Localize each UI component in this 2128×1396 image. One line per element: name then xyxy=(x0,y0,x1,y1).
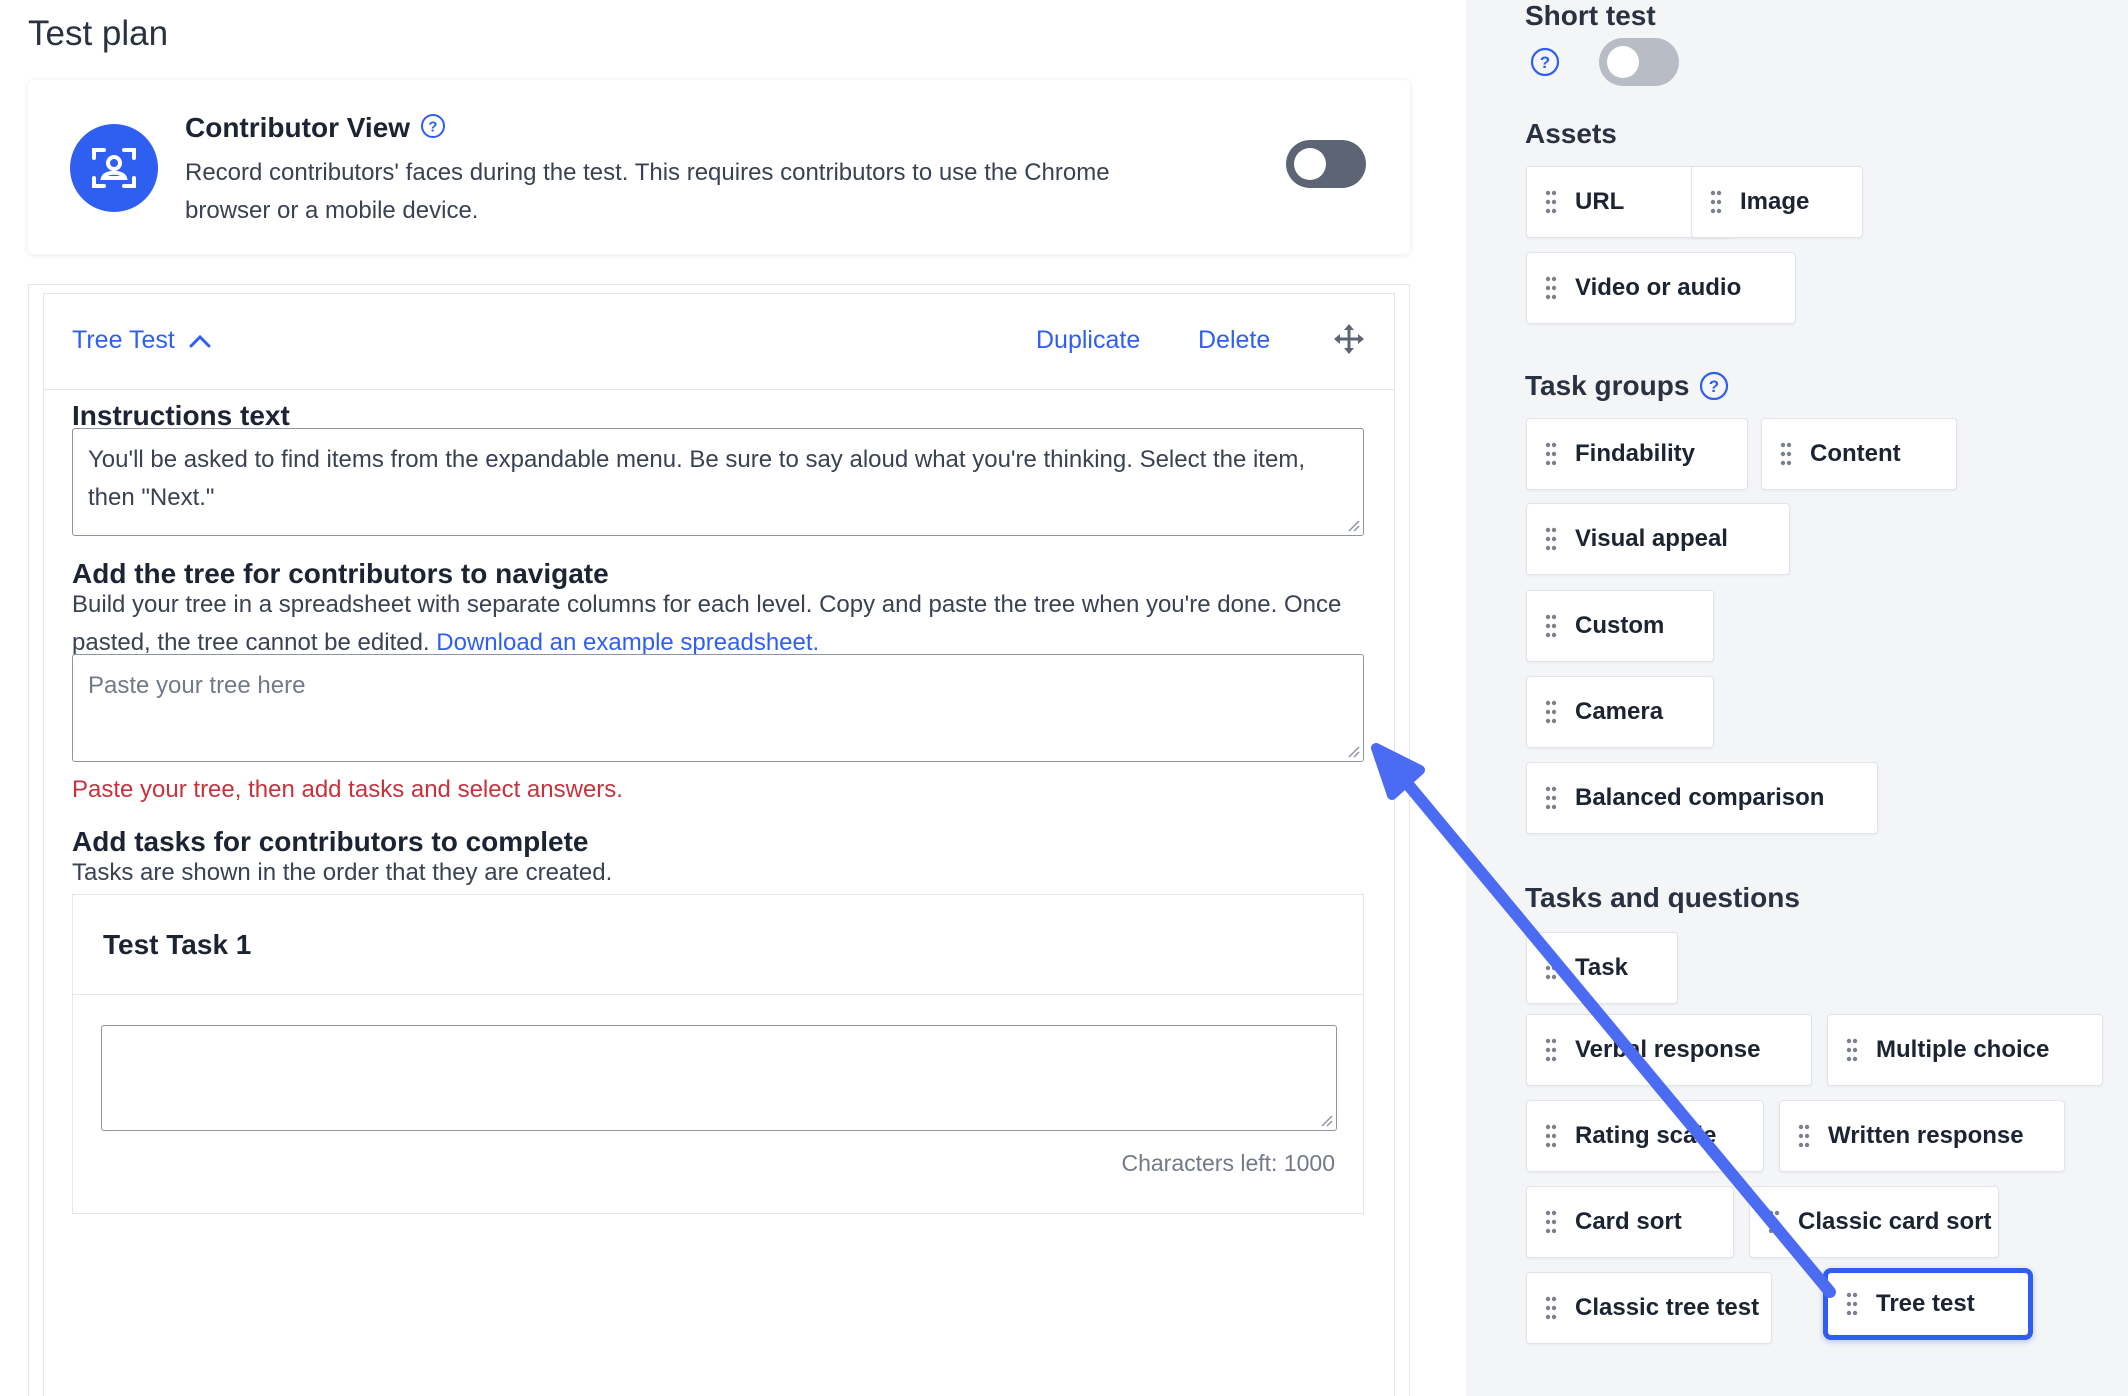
instructions-textarea[interactable]: You'll be asked to find items from the e… xyxy=(72,428,1364,536)
component-chip-written-response[interactable]: Written response xyxy=(1779,1100,2065,1172)
contributor-view-label: Contributor View xyxy=(185,112,411,143)
task-groups-title: Task groups ? xyxy=(1525,370,1729,402)
component-chip-tree-test[interactable]: Tree test xyxy=(1823,1268,2033,1340)
component-chip-custom[interactable]: Custom xyxy=(1526,590,1714,662)
tree-test-name: Tree Test xyxy=(72,326,175,354)
component-chip-label: Tree test xyxy=(1876,1290,1975,1317)
component-chip-label: Multiple choice xyxy=(1876,1036,2050,1063)
duplicate-button[interactable]: Duplicate xyxy=(1036,326,1140,355)
tree-paste-textarea[interactable]: Paste your tree here xyxy=(72,654,1364,762)
characters-left: Characters left: 1000 xyxy=(1121,1150,1335,1176)
component-chip-classic-tree-test[interactable]: Classic tree test xyxy=(1526,1272,1772,1344)
component-chip-label: Classic card sort xyxy=(1798,1208,1992,1235)
component-chip-label: Video or audio xyxy=(1575,274,1742,301)
component-chip-verbal-response[interactable]: Verbal response xyxy=(1526,1014,1812,1086)
component-chip-rating-scale[interactable]: Rating scale xyxy=(1526,1100,1764,1172)
svg-text:?: ? xyxy=(1709,377,1719,396)
contributor-view-toggle[interactable] xyxy=(1286,140,1366,188)
resize-grip-icon[interactable] xyxy=(1346,744,1360,758)
component-chip-label: Verbal response xyxy=(1575,1036,1761,1063)
contributor-view-description: Record contributors' faces during the te… xyxy=(185,159,1110,224)
help-icon[interactable]: ? xyxy=(1699,371,1729,401)
drag-handle-icon xyxy=(1545,1210,1557,1234)
drag-handle-icon xyxy=(1768,1210,1780,1234)
drag-handle-icon xyxy=(1545,614,1557,638)
contributor-view-card: Contributor View ? Record contributors' … xyxy=(28,80,1410,254)
drag-handle-icon xyxy=(1780,442,1792,466)
assets-title: Assets xyxy=(1525,118,1617,149)
svg-text:?: ? xyxy=(1540,53,1550,72)
drag-handle-icon xyxy=(1545,190,1557,214)
drag-handle-icon xyxy=(1545,1038,1557,1062)
camera-face-icon xyxy=(70,124,158,212)
component-chip-label: Findability xyxy=(1575,440,1695,467)
component-chip-content[interactable]: Content xyxy=(1761,418,1957,490)
tree-description: Build your tree in a spreadsheet with se… xyxy=(72,586,1372,662)
chevron-up-icon xyxy=(189,334,211,347)
drag-handle-icon xyxy=(1710,190,1722,214)
drag-handle-icon xyxy=(1545,527,1557,551)
help-icon[interactable]: ? xyxy=(1530,47,1560,77)
component-chip-label: Task xyxy=(1575,954,1628,981)
component-chip-image[interactable]: Image xyxy=(1691,166,1863,238)
component-chip-task[interactable]: Task xyxy=(1526,932,1678,1004)
task-textarea[interactable] xyxy=(101,1025,1337,1131)
drag-handle-icon xyxy=(1545,956,1557,980)
component-chip-multiple-choice[interactable]: Multiple choice xyxy=(1827,1014,2103,1086)
resize-grip-icon[interactable] xyxy=(1346,518,1360,532)
tree-test-collapse-toggle[interactable]: Tree Test xyxy=(72,326,211,355)
resize-grip-icon[interactable] xyxy=(1319,1113,1333,1127)
drag-handle-icon xyxy=(1846,1038,1858,1062)
tree-test-header: Tree Test Duplicate Delete xyxy=(44,294,1394,390)
task-title: Test Task 1 xyxy=(103,929,252,960)
contributor-view-title: Contributor View ? xyxy=(185,112,450,144)
tasks-questions-title: Tasks and questions xyxy=(1525,882,1800,913)
component-chip-visual-appeal[interactable]: Visual appeal xyxy=(1526,503,1790,575)
task-groups-label: Task groups xyxy=(1525,370,1690,401)
component-chip-findability[interactable]: Findability xyxy=(1526,418,1748,490)
tree-error-message: Paste your tree, then add tasks and sele… xyxy=(72,776,623,803)
component-chip-camera[interactable]: Camera xyxy=(1526,676,1714,748)
component-chip-label: Rating scale xyxy=(1575,1122,1717,1149)
drag-handle-icon xyxy=(1545,276,1557,300)
drag-handle-icon xyxy=(1545,1296,1557,1320)
tree-test-card: Tree Test Duplicate Delete Instructions … xyxy=(43,293,1395,1396)
task-card: Test Task 1 Characters left: 1000 xyxy=(72,894,1364,1214)
components-panel: Short test ? Assets Task groups ? Tasks … xyxy=(1466,0,2128,1396)
component-chip-label: Balanced comparison xyxy=(1575,784,1825,811)
component-chip-balanced-comparison[interactable]: Balanced comparison xyxy=(1526,762,1878,834)
drag-handle-icon xyxy=(1545,786,1557,810)
component-chip-label: Content xyxy=(1810,440,1901,467)
drag-handle-icon xyxy=(1545,1124,1557,1148)
component-chip-label: Written response xyxy=(1828,1122,2024,1149)
drag-handle-icon xyxy=(1846,1292,1858,1316)
component-chip-label: Image xyxy=(1740,188,1810,215)
short-test-toggle[interactable] xyxy=(1599,38,1679,86)
download-example-link[interactable]: Download an example spreadsheet. xyxy=(436,629,819,656)
help-icon[interactable]: ? xyxy=(420,113,450,143)
move-handle-icon[interactable] xyxy=(1334,324,1364,354)
delete-button[interactable]: Delete xyxy=(1198,326,1270,355)
component-chip-label: Camera xyxy=(1575,698,1664,725)
component-chip-label: Custom xyxy=(1575,612,1665,639)
tree-placeholder: Paste your tree here xyxy=(88,672,306,699)
component-chip-video-or-audio[interactable]: Video or audio xyxy=(1526,252,1796,324)
page-title: Test plan xyxy=(28,14,169,53)
instructions-value: You'll be asked to find items from the e… xyxy=(88,446,1305,511)
drag-handle-icon xyxy=(1545,442,1557,466)
component-chip-card-sort[interactable]: Card sort xyxy=(1526,1186,1734,1258)
component-chip-label: Card sort xyxy=(1575,1208,1682,1235)
svg-text:?: ? xyxy=(428,119,437,136)
test-plan-editor: Test plan Contributor View ? Record cont… xyxy=(0,0,1466,1396)
drag-handle-icon xyxy=(1545,700,1557,724)
component-chip-label: Visual appeal xyxy=(1575,525,1728,552)
short-test-title: Short test xyxy=(1525,0,1656,31)
component-chip-classic-card-sort[interactable]: Classic card sort xyxy=(1749,1186,1999,1258)
drag-handle-icon xyxy=(1798,1124,1810,1148)
task-header: Test Task 1 xyxy=(73,895,1363,995)
tasks-description: Tasks are shown in the order that they a… xyxy=(72,859,613,886)
component-chip-label: Classic tree test xyxy=(1575,1294,1760,1321)
component-chip-label: URL xyxy=(1575,188,1625,215)
tree-test-section: Tree Test Duplicate Delete Instructions … xyxy=(28,284,1410,1396)
